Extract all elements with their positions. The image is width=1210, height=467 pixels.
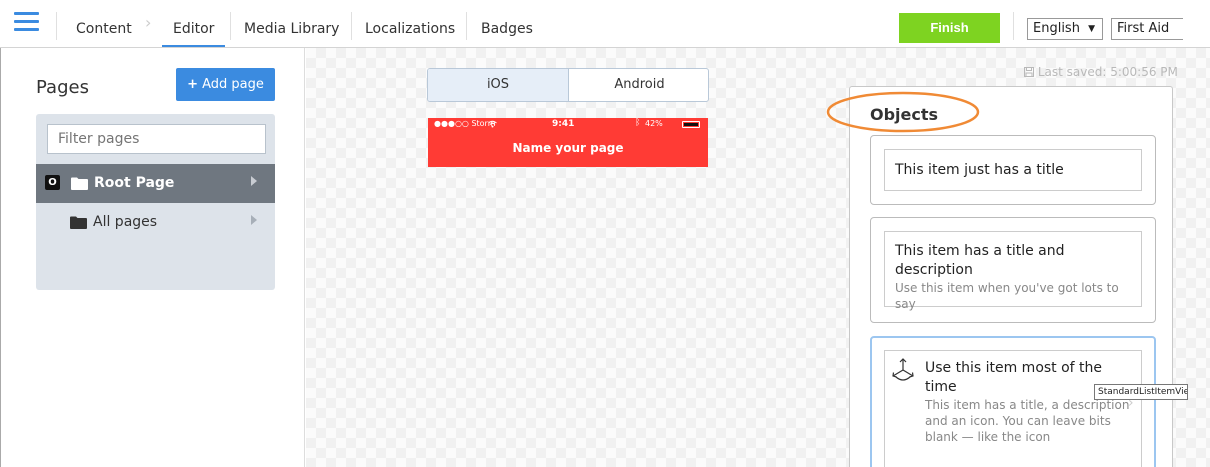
nav-media-library[interactable]: Media Library bbox=[244, 0, 339, 48]
plus-icon: + bbox=[187, 77, 198, 92]
object-card-standard-list-item[interactable]: Use this item most of the time This item… bbox=[870, 336, 1156, 467]
pages-tree: O Root Page All pages bbox=[36, 114, 275, 290]
nav-badges[interactable]: Badges bbox=[481, 0, 533, 48]
phone-page-title: Name your page bbox=[512, 141, 624, 155]
nav-divider bbox=[351, 12, 352, 40]
top-nav-bar: Content › Editor Media Library Localizat… bbox=[0, 0, 1210, 48]
root-badge: O bbox=[45, 175, 60, 190]
platform-android-button[interactable]: Android bbox=[569, 69, 708, 101]
tree-row-label: All pages bbox=[93, 214, 158, 230]
object-preview: This item just has a title bbox=[884, 149, 1142, 191]
status-battery-percent: 42% bbox=[645, 119, 663, 128]
tooltip: StandardListItemView bbox=[1094, 384, 1188, 400]
move-icon bbox=[892, 358, 914, 381]
folder-icon bbox=[71, 177, 88, 190]
battery-icon bbox=[682, 121, 700, 128]
wifi-icon bbox=[488, 120, 497, 128]
tree-row-root-page[interactable]: O Root Page bbox=[36, 164, 275, 203]
objects-title: Objects bbox=[870, 105, 939, 124]
platform-ios-button[interactable]: iOS bbox=[428, 69, 569, 101]
page-title: Pages bbox=[36, 77, 89, 98]
bluetooth-icon: ᛒ bbox=[635, 118, 641, 128]
nav-content[interactable]: Content bbox=[76, 0, 132, 48]
breadcrumb-chevron-icon: › bbox=[145, 13, 152, 32]
tree-row-label: Root Page bbox=[94, 175, 175, 191]
expand-caret-icon[interactable] bbox=[251, 215, 257, 225]
tree-row-all-pages[interactable]: All pages bbox=[36, 203, 275, 242]
last-saved-text: Last saved: 5:00:56 PM bbox=[1037, 65, 1178, 79]
object-title: This item has a title and description bbox=[895, 243, 1065, 278]
nav-divider bbox=[466, 12, 467, 40]
language-select[interactable]: English ▼ bbox=[1027, 18, 1103, 40]
language-select-value: English bbox=[1033, 21, 1080, 36]
nav-divider bbox=[56, 12, 57, 40]
nav-divider bbox=[230, 12, 231, 40]
phone-preview-header: ●●●○○ Storm 9:41 ᛒ 42% Name your page bbox=[428, 118, 708, 167]
save-icon bbox=[1024, 67, 1034, 77]
objects-panel: Objects This item just has a title This … bbox=[826, 86, 1173, 467]
nav-localizations[interactable]: Localizations bbox=[365, 0, 455, 48]
folder-icon bbox=[70, 216, 87, 229]
object-description: This item has a title, a description and… bbox=[925, 398, 1130, 444]
chevron-down-icon: ▼ bbox=[1088, 24, 1095, 34]
status-time: 9:41 bbox=[552, 119, 575, 129]
object-preview: This item has a title and description Us… bbox=[884, 231, 1142, 311]
object-preview: Use this item most of the time This item… bbox=[884, 350, 1142, 467]
nav-divider bbox=[1013, 12, 1014, 40]
object-card-title-description[interactable]: This item has a title and description Us… bbox=[870, 217, 1156, 323]
pages-sidebar: Pages + Add page O Root Page All pages bbox=[0, 48, 305, 467]
last-saved-status: Last saved: 5:00:56 PM bbox=[1024, 65, 1178, 79]
filter-pages-input[interactable] bbox=[47, 124, 266, 154]
platform-toggle: iOS Android bbox=[427, 68, 709, 102]
app-select[interactable]: First Aid bbox=[1111, 18, 1183, 40]
editor-canvas: iOS Android ●●●○○ Storm 9:41 ᛒ 42% Name … bbox=[306, 48, 1210, 467]
finish-button[interactable]: Finish bbox=[899, 13, 1000, 43]
add-page-button[interactable]: + Add page bbox=[176, 68, 275, 101]
app-select-value: First Aid bbox=[1117, 21, 1170, 36]
expand-caret-icon[interactable] bbox=[251, 176, 257, 186]
nav-editor[interactable]: Editor bbox=[162, 0, 225, 47]
menu-icon[interactable] bbox=[9, 8, 44, 40]
object-title: This item just has a title bbox=[895, 162, 1064, 178]
status-carrier: ●●●○○ Storm bbox=[434, 119, 496, 128]
object-description: Use this item when you've got lots to sa… bbox=[895, 281, 1119, 311]
object-card-title[interactable]: This item just has a title bbox=[870, 135, 1156, 205]
add-page-label: Add page bbox=[202, 77, 264, 92]
